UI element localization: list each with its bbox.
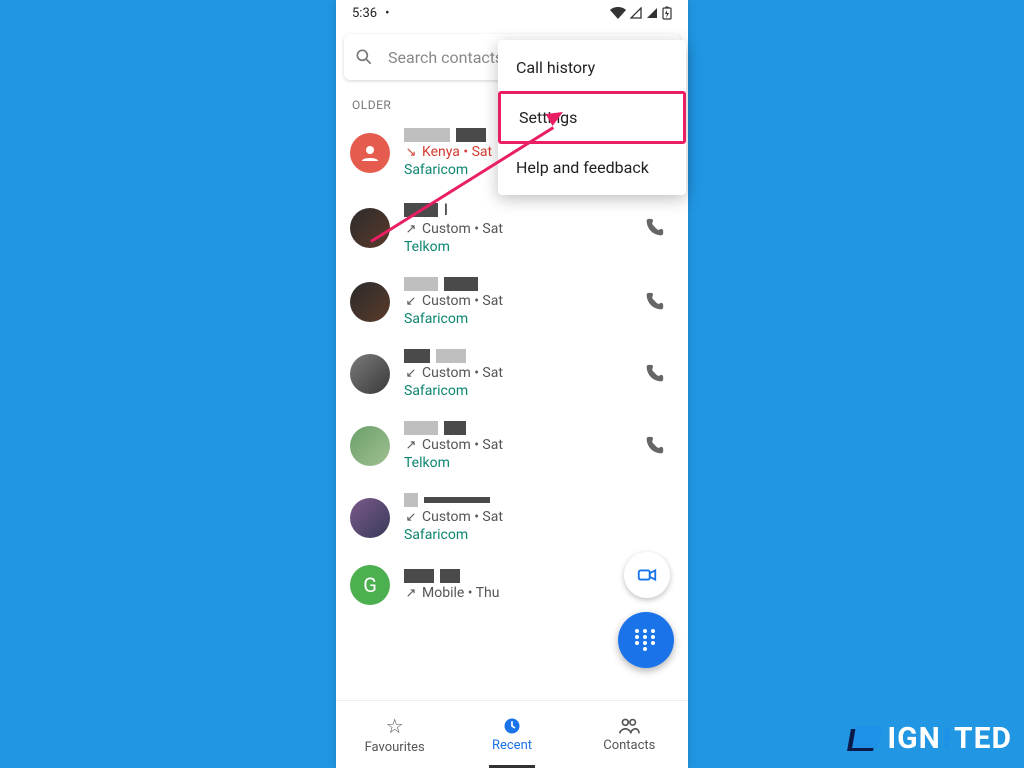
- outgoing-call-icon: ↗: [404, 222, 418, 237]
- incoming-call-icon: ↙: [404, 510, 418, 525]
- call-button[interactable]: [634, 426, 674, 466]
- status-time: 5:36: [352, 6, 377, 21]
- call-entry[interactable]: ↙ Custom • Sat Safaricom: [344, 267, 680, 339]
- call-meta: Custom • Sat: [422, 509, 503, 525]
- signal-icon: [630, 7, 642, 19]
- avatar: [350, 282, 390, 322]
- menu-call-history[interactable]: Call history: [498, 44, 686, 91]
- missed-call-icon: ↙: [404, 145, 418, 160]
- avatar: [350, 133, 390, 173]
- call-button[interactable]: [634, 282, 674, 322]
- call-carrier: Telkom: [404, 455, 634, 471]
- call-entry[interactable]: ↗ Custom • Sat Telkom: [344, 411, 680, 483]
- person-icon: [358, 141, 382, 165]
- call-entry[interactable]: ↙ Custom • Sat Safaricom: [344, 339, 680, 411]
- avatar: [350, 498, 390, 538]
- status-icons: [610, 6, 672, 20]
- outgoing-call-icon: ↗: [404, 438, 418, 453]
- call-carrier: Safaricom: [404, 527, 674, 543]
- avatar: [350, 426, 390, 466]
- wifi-icon: [610, 7, 626, 19]
- outgoing-call-icon: ↗: [404, 586, 418, 601]
- phone-frame: 5:36 • Search contacts a OLDER ↙Kenya • …: [336, 0, 688, 768]
- call-carrier: Safaricom: [404, 311, 634, 327]
- call-carrier: Safaricom: [404, 383, 634, 399]
- status-bar: 5:36 •: [336, 0, 688, 26]
- call-meta: Custom • Sat: [422, 437, 503, 453]
- phone-icon: [643, 435, 665, 457]
- people-icon: [618, 716, 640, 736]
- call-meta: Custom • Sat: [422, 293, 503, 309]
- search-placeholder: Search contacts a: [388, 48, 516, 67]
- nav-recent[interactable]: Recent: [453, 701, 570, 768]
- watermark-logo-icon: [849, 723, 881, 755]
- phone-icon: [643, 217, 665, 239]
- dialpad-fab[interactable]: [618, 612, 674, 668]
- call-meta: Mobile • Thu: [422, 585, 499, 601]
- battery-icon: [662, 6, 672, 20]
- incoming-call-icon: ↙: [404, 366, 418, 381]
- video-icon: [636, 564, 658, 586]
- search-icon: [354, 47, 374, 67]
- avatar: [350, 208, 390, 248]
- signal-icon-2: [646, 7, 658, 19]
- call-meta: Kenya • Sat: [422, 144, 492, 160]
- call-meta: Custom • Sat: [422, 365, 503, 381]
- call-list[interactable]: ↙Kenya • Sat Safaricom l ↗Custom • Sat T…: [336, 118, 688, 700]
- bottom-nav: ☆ Favourites Recent Contacts: [336, 700, 688, 768]
- video-call-fab[interactable]: [624, 552, 670, 598]
- avatar: [350, 354, 390, 394]
- call-button[interactable]: [634, 208, 674, 248]
- call-button[interactable]: [634, 354, 674, 394]
- status-dot: •: [385, 6, 389, 21]
- clock-icon: [502, 716, 522, 736]
- nav-favourites[interactable]: ☆ Favourites: [336, 701, 453, 768]
- watermark: IGN!TED: [849, 721, 1012, 756]
- menu-help[interactable]: Help and feedback: [498, 144, 686, 191]
- overflow-menu: Call history Settings Help and feedback: [498, 40, 686, 195]
- incoming-call-icon: ↙: [404, 294, 418, 309]
- phone-icon: [643, 363, 665, 385]
- menu-settings[interactable]: Settings: [498, 91, 686, 144]
- call-carrier: Telkom: [404, 239, 634, 255]
- call-entry[interactable]: ↙ Custom • Sat Safaricom: [344, 483, 680, 555]
- phone-icon: [643, 291, 665, 313]
- nav-contacts[interactable]: Contacts: [571, 701, 688, 768]
- call-meta: Custom • Sat: [422, 221, 503, 237]
- star-icon: ☆: [386, 714, 404, 738]
- avatar: G: [350, 565, 390, 605]
- dialpad-icon: [635, 629, 657, 651]
